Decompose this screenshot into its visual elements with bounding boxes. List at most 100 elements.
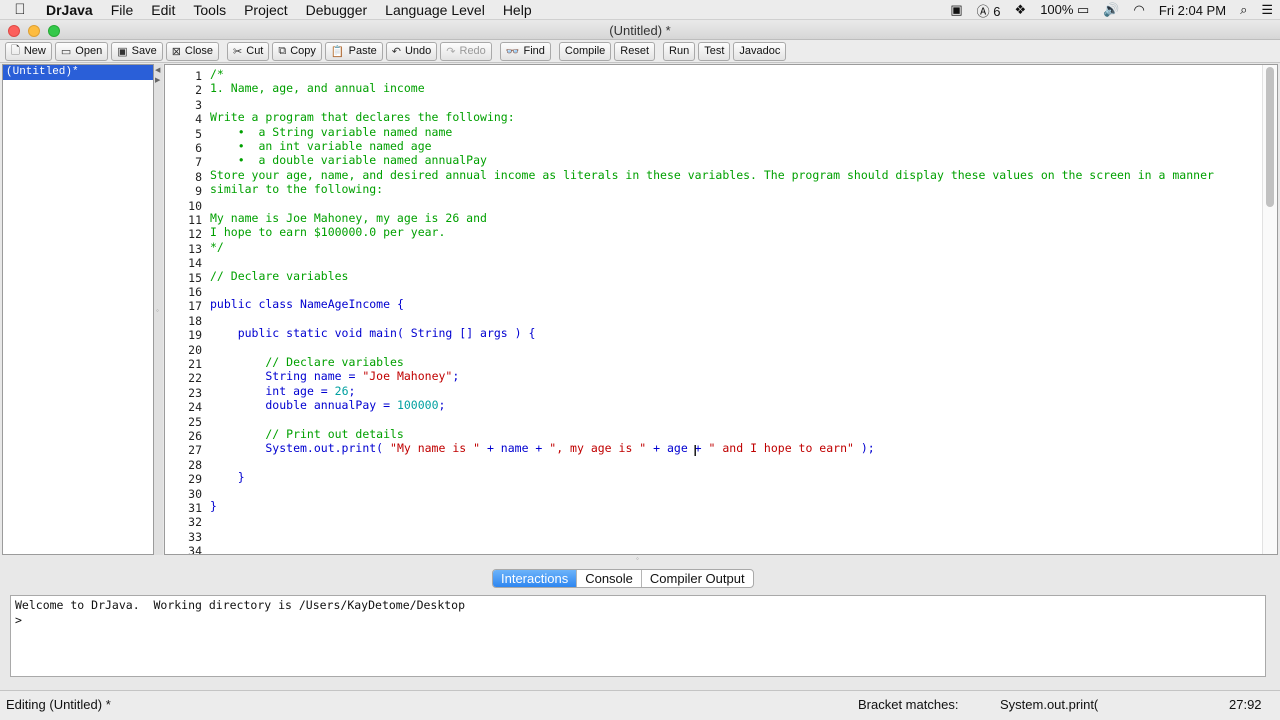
- app-menu[interactable]: DrJava: [40, 2, 102, 18]
- save-icon: ▣: [117, 45, 128, 58]
- test-button[interactable]: Test: [698, 41, 731, 61]
- menu-project[interactable]: Project: [235, 2, 297, 18]
- bracket-matches-label: Bracket matches:: [858, 697, 959, 712]
- line-number: 11: [188, 213, 202, 227]
- code-line-4: Write a program that declares the follow…: [210, 110, 515, 124]
- line-number: 33: [188, 530, 202, 544]
- battery-indicator[interactable]: 100% ▭: [1033, 2, 1096, 18]
- params: [] args ) {: [452, 326, 536, 340]
- cursor-position: 27:92: [1229, 697, 1262, 712]
- punct: ;: [452, 369, 460, 383]
- code-line-26: // Print out details: [210, 427, 404, 441]
- expand-right-arrow-icon[interactable]: ▶: [155, 76, 160, 84]
- find-button[interactable]: 👓 Find: [499, 41, 551, 61]
- javadoc-button[interactable]: Javadoc: [733, 41, 787, 61]
- line-number: 28: [188, 458, 202, 472]
- window-titlebar: (Untitled) *: [0, 21, 1280, 40]
- scrollbar-thumb[interactable]: [1266, 67, 1274, 207]
- copy-button[interactable]: ⧉ Copy: [272, 41, 322, 61]
- code-editor[interactable]: 1 2 3 4 5 6 7 8 9 10 11 12 13 14 15 16 1…: [164, 64, 1278, 555]
- volume-icon[interactable]: 🔊: [1096, 2, 1126, 18]
- line-number: 29: [188, 472, 202, 486]
- tab-interactions[interactable]: Interactions: [493, 570, 578, 587]
- bracket-matches-value: System.out.print(: [1000, 697, 1099, 712]
- copy-label: Copy: [290, 45, 316, 57]
- open-button[interactable]: ▭ Open: [54, 41, 109, 61]
- string-literal: ", my age is ": [549, 441, 647, 455]
- screen-recorder-icon[interactable]: ▣: [943, 2, 969, 18]
- menu-file[interactable]: File: [102, 2, 143, 18]
- code-line-5: • a String variable named name: [210, 125, 453, 139]
- reset-button[interactable]: Reset: [614, 41, 656, 61]
- line-number: 14: [188, 256, 202, 270]
- cut-label: Cut: [246, 45, 264, 57]
- open-label: Open: [75, 45, 103, 57]
- wifi-icon[interactable]: ◠: [1127, 2, 1152, 18]
- dropbox-icon[interactable]: ❖: [1008, 2, 1034, 18]
- interactions-pane[interactable]: Welcome to DrJava. Working directory is …: [10, 595, 1266, 677]
- collapse-left-arrow-icon[interactable]: ◀: [155, 66, 160, 74]
- window-title: (Untitled) *: [609, 23, 671, 38]
- spotlight-search-icon[interactable]: ⌕: [1233, 2, 1254, 18]
- cut-button[interactable]: ✂ Cut: [227, 41, 270, 61]
- code-line-2: 1. Name, age, and annual income: [210, 81, 425, 95]
- concat: + name +: [480, 441, 550, 455]
- find-label: Find: [523, 45, 545, 57]
- test-label: Test: [704, 45, 725, 57]
- battery-percent: 100%: [1040, 2, 1074, 17]
- redo-label: Redo: [459, 45, 486, 57]
- save-button[interactable]: ▣ Save: [111, 41, 163, 61]
- close-button[interactable]: ⊠ Close: [165, 41, 220, 61]
- file-item-untitled[interactable]: (Untitled)*: [3, 65, 153, 80]
- new-label: New: [23, 45, 46, 57]
- run-button[interactable]: Run: [663, 41, 696, 61]
- compile-button[interactable]: Compile: [558, 41, 612, 61]
- paste-button[interactable]: 📋 Paste: [324, 41, 383, 61]
- line-number: 5: [195, 127, 202, 141]
- menu-help[interactable]: Help: [494, 2, 541, 18]
- line-number: 32: [188, 515, 202, 529]
- menu-language-level[interactable]: Language Level: [376, 2, 494, 18]
- line-number: 22: [188, 371, 202, 385]
- line-number: 27: [188, 443, 202, 457]
- line-number: 15: [188, 271, 202, 285]
- code-line-8: Store your age, name, and desired annual…: [210, 168, 1214, 182]
- tab-console[interactable]: Console: [577, 570, 642, 587]
- line-number: 8: [195, 170, 202, 184]
- editor-vertical-scrollbar[interactable]: [1262, 65, 1277, 554]
- line-number: 16: [188, 285, 202, 299]
- menu-tools[interactable]: Tools: [184, 2, 235, 18]
- menu-debugger[interactable]: Debugger: [297, 2, 377, 18]
- tab-compiler-output[interactable]: Compiler Output: [642, 570, 753, 587]
- keyword: public static void: [210, 326, 363, 340]
- line-number: 24: [188, 400, 202, 414]
- notification-center-icon[interactable]: ☰: [1254, 2, 1280, 18]
- redo-button[interactable]: ↷ Redo: [440, 41, 492, 61]
- reset-label: Reset: [620, 45, 650, 57]
- new-file-icon: 🗋: [11, 44, 20, 57]
- open-files-list[interactable]: (Untitled)*: [2, 64, 154, 555]
- identifier: annualPay =: [306, 398, 397, 412]
- type: double: [210, 398, 307, 412]
- menubar-status-area: ▣ Ⓐ 6 ❖ 100% ▭ 🔊 ◠ Fri 2:04 PM ⌕ ☰: [943, 0, 1280, 20]
- copy-icon: ⧉: [278, 44, 287, 57]
- method-signature: main(: [362, 326, 411, 340]
- javadoc-label: Javadoc: [739, 45, 781, 57]
- code-line-29: }: [210, 470, 245, 484]
- type: int: [210, 384, 287, 398]
- line-number: 19: [188, 328, 202, 342]
- undo-label: Undo: [404, 45, 432, 57]
- undo-button[interactable]: ↶ Undo: [385, 41, 438, 61]
- macos-menubar:  DrJava File Edit Tools Project Debugge…: [0, 0, 1280, 20]
- toolbar: 🗋 New ▭ Open ▣ Save ⊠ Close ✂ Cut ⧉ Copy 📋 Past…: [0, 40, 1280, 63]
- adobe-icon[interactable]: Ⓐ 6: [970, 1, 1008, 20]
- menu-edit[interactable]: Edit: [142, 2, 184, 18]
- vertical-splitter[interactable]: ◦: [0, 554, 1280, 565]
- clock[interactable]: Fri 2:04 PM: [1152, 3, 1233, 18]
- code-line-12: I hope to earn $100000.0 per year.: [210, 225, 446, 239]
- new-button[interactable]: 🗋 New: [5, 41, 52, 61]
- interactions-prompt[interactable]: >: [15, 613, 22, 627]
- apple-menu-icon[interactable]: : [0, 1, 40, 18]
- horizontal-splitter[interactable]: ◀ ▶ ◦: [154, 64, 163, 555]
- method-call: System.out.print(: [210, 441, 391, 455]
